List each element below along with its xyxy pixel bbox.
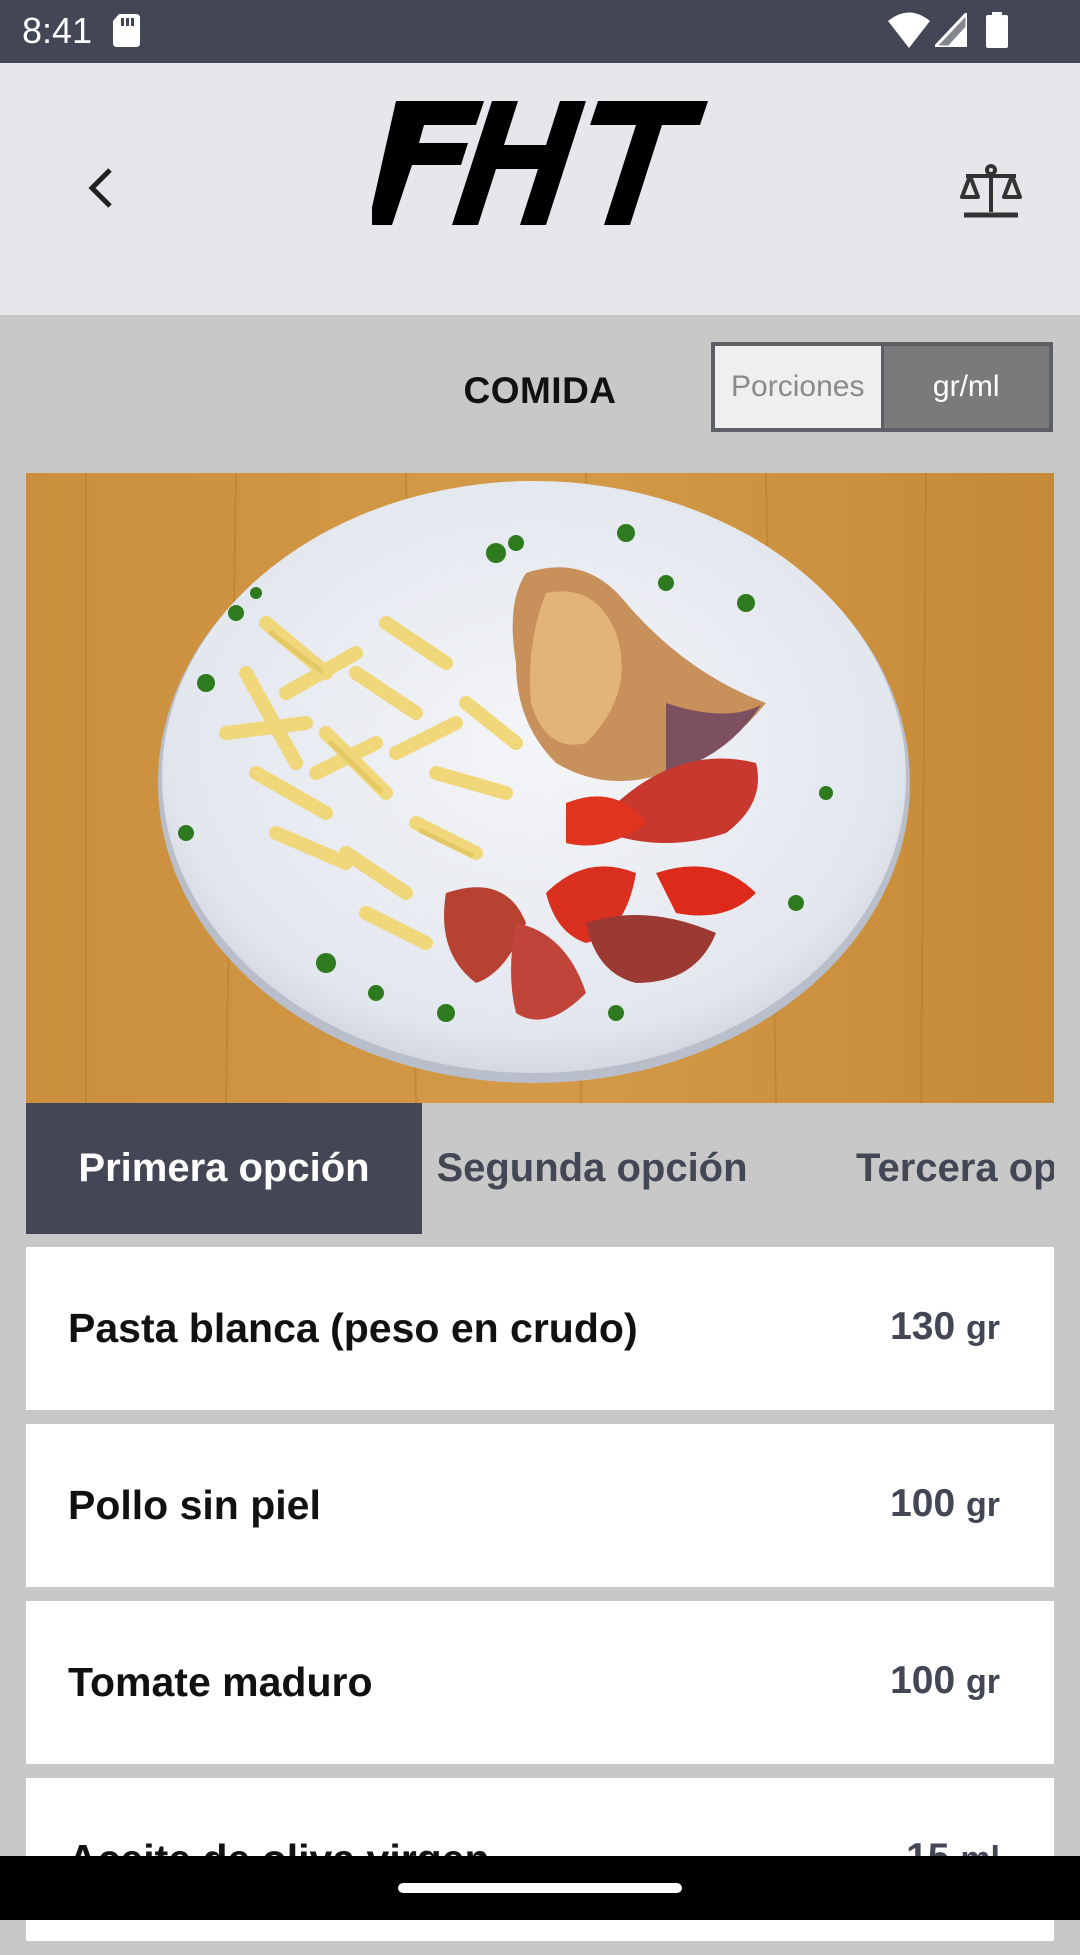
- food-amount-value: 100: [890, 1659, 956, 1702]
- unit-toggle[interactable]: Porciones gr/ml: [711, 342, 1053, 432]
- food-amount: 100 gr: [890, 1482, 1000, 1526]
- food-amount: 130 gr: [890, 1305, 1000, 1349]
- signal-icon: [935, 13, 967, 47]
- food-unit: gr: [966, 1486, 1000, 1524]
- list-item[interactable]: Pasta blanca (peso en crudo) 130 gr: [26, 1247, 1054, 1410]
- unit-option-portions[interactable]: Porciones: [715, 346, 881, 428]
- food-amount: 100 gr: [890, 1659, 1000, 1703]
- list-item[interactable]: Pollo sin piel 100 gr: [26, 1424, 1054, 1587]
- status-time: 8:41: [22, 10, 93, 51]
- food-unit: gr: [966, 1663, 1000, 1701]
- wifi-icon: [888, 12, 930, 48]
- food-name: Pasta blanca (peso en crudo): [68, 1305, 638, 1351]
- food-amount-value: 130: [890, 1305, 956, 1348]
- status-bar: 8:41: [0, 0, 1080, 63]
- meal-header: COMIDA Porciones gr/ml: [0, 315, 1080, 465]
- sd-card-icon: [113, 14, 140, 47]
- food-unit: gr: [966, 1309, 1000, 1347]
- home-indicator[interactable]: [398, 1883, 682, 1893]
- fht-logo: [372, 101, 708, 225]
- food-amount-value: 100: [890, 1482, 956, 1525]
- tab-tercera-opcion[interactable]: Tercera opc: [856, 1103, 1054, 1234]
- unit-option-grams[interactable]: gr/ml: [880, 346, 1049, 428]
- balance-scale-button[interactable]: balance-scale-icon: [960, 163, 1022, 221]
- food-name: Tomate maduro: [68, 1659, 373, 1705]
- system-nav-bar: [0, 1856, 1080, 1920]
- food-name: Pollo sin piel: [68, 1482, 321, 1528]
- app-bar: chevron-left-icon balance-scale-icon: [0, 63, 1080, 315]
- tab-segunda-opcion[interactable]: Segunda opción: [422, 1103, 762, 1234]
- option-tabs: Primera opción Segunda opción Tercera op…: [26, 1103, 1054, 1234]
- food-list: Pasta blanca (peso en crudo) 130 gr Poll…: [26, 1247, 1054, 1955]
- back-button[interactable]: chevron-left-icon: [78, 160, 126, 216]
- battery-icon: [986, 12, 1008, 48]
- tab-primera-opcion[interactable]: Primera opción: [26, 1103, 422, 1234]
- meal-photo: [26, 473, 1054, 1103]
- meal-title: COMIDA: [463, 370, 617, 411]
- list-item[interactable]: Tomate maduro 100 gr: [26, 1601, 1054, 1764]
